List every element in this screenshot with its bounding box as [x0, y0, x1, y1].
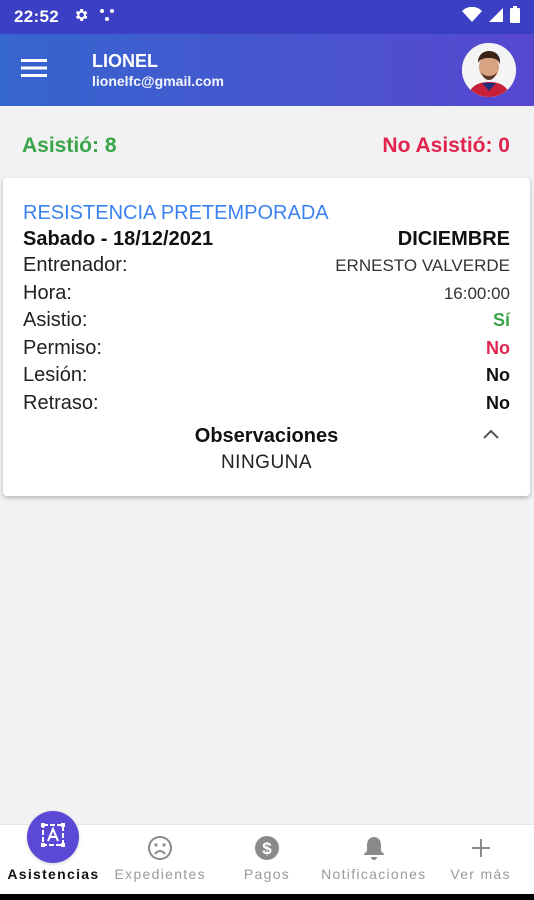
- nav-item-asistencias[interactable]: Asistencias: [0, 811, 107, 894]
- menu-button[interactable]: [4, 34, 64, 106]
- status-system-icons: [462, 6, 520, 28]
- app-bar: LIONEL lionelfc@gmail.com: [0, 34, 534, 106]
- attendance-card[interactable]: RESISTENCIA PRETEMPORADA Sabado - 18/12/…: [3, 178, 530, 496]
- injury-value: No: [486, 365, 510, 385]
- status-time: 22:52: [14, 7, 59, 26]
- system-navigation-bar: [0, 894, 534, 900]
- user-email: lionelfc@gmail.com: [92, 73, 224, 89]
- session-date-row: Sabado - 18/12/2021 DICIEMBRE: [23, 226, 510, 252]
- nav-item-ver-mas[interactable]: Ver más: [427, 825, 534, 894]
- nav-label: Asistencias: [7, 866, 100, 882]
- observations-title: Observaciones: [194, 425, 339, 447]
- user-info: LIONEL lionelfc@gmail.com: [92, 50, 224, 90]
- nav-item-expedientes[interactable]: Expedientes: [107, 825, 214, 894]
- field-label: Entrenador:: [23, 254, 128, 276]
- permission-value: No: [486, 337, 510, 358]
- field-label: Permiso:: [23, 336, 102, 359]
- field-row-delay: Retraso: No: [23, 390, 510, 418]
- svg-text:$: $: [262, 839, 272, 858]
- coach-value: ERNESTO VALVERDE: [335, 256, 510, 275]
- nav-label: Notificaciones: [321, 866, 427, 882]
- nav-label: Pagos: [243, 866, 291, 882]
- nav-item-notificaciones[interactable]: Notificaciones: [320, 825, 427, 894]
- field-label: Asistio:: [23, 309, 88, 331]
- nav-item-pagos[interactable]: $ Pagos: [214, 825, 321, 894]
- field-label: Hora:: [23, 281, 72, 304]
- field-row-time: Hora: 16:00:00: [23, 280, 510, 308]
- hamburger-menu-icon: [21, 58, 47, 83]
- status-notification-icons: [73, 7, 115, 28]
- field-row-injury: Lesión: No: [23, 362, 510, 390]
- field-label: Retraso:: [23, 391, 99, 414]
- sad-face-icon: [146, 834, 174, 862]
- nav-label: Expedientes: [114, 866, 206, 882]
- time-value: 16:00:00: [443, 283, 510, 303]
- battery-icon: [510, 6, 520, 28]
- bell-icon: [360, 834, 388, 862]
- field-row-permission: Permiso: No: [23, 335, 510, 363]
- delay-value: No: [486, 392, 510, 413]
- main-content: Asistió: 8 No Asistió: 0 RESISTENCIA PRE…: [0, 106, 534, 824]
- field-row-coach: Entrenador: ERNESTO VALVERDE: [23, 252, 510, 280]
- settings-gear-icon: [73, 7, 89, 28]
- chevron-up-icon[interactable]: [480, 423, 502, 445]
- session-month: DICIEMBRE: [397, 228, 510, 250]
- status-bar: 22:52: [0, 0, 534, 34]
- dollar-icon: $: [253, 834, 281, 862]
- wifi-icon: [462, 6, 482, 28]
- observations-section: Observaciones NINGUNA: [23, 423, 510, 477]
- field-row-attended: Asistio: Sí: [23, 307, 510, 335]
- attended-value: Sí: [492, 310, 510, 330]
- attendance-summary: Asistió: 8 No Asistió: 0: [22, 134, 510, 158]
- attended-count: Asistió: 8: [22, 134, 117, 157]
- active-indicator: [27, 811, 80, 863]
- nav-label: Ver más: [450, 866, 511, 882]
- attendance-icon: [38, 820, 68, 855]
- session-date: Sabado - 18/12/2021: [23, 228, 214, 250]
- session-title: RESISTENCIA PRETEMPORADA: [23, 202, 329, 224]
- bottom-navigation: Asistencias Expedientes $ Pagos Notifica…: [0, 811, 534, 894]
- not-attended-count: No Asistió: 0: [382, 134, 510, 157]
- signal-icon: [488, 7, 504, 28]
- plus-icon: [467, 834, 495, 862]
- network-dots-icon: [99, 7, 115, 28]
- observations-text: NINGUNA: [220, 452, 313, 473]
- avatar[interactable]: [462, 43, 516, 97]
- user-name: LIONEL: [92, 51, 158, 71]
- field-label: Lesión:: [23, 364, 88, 386]
